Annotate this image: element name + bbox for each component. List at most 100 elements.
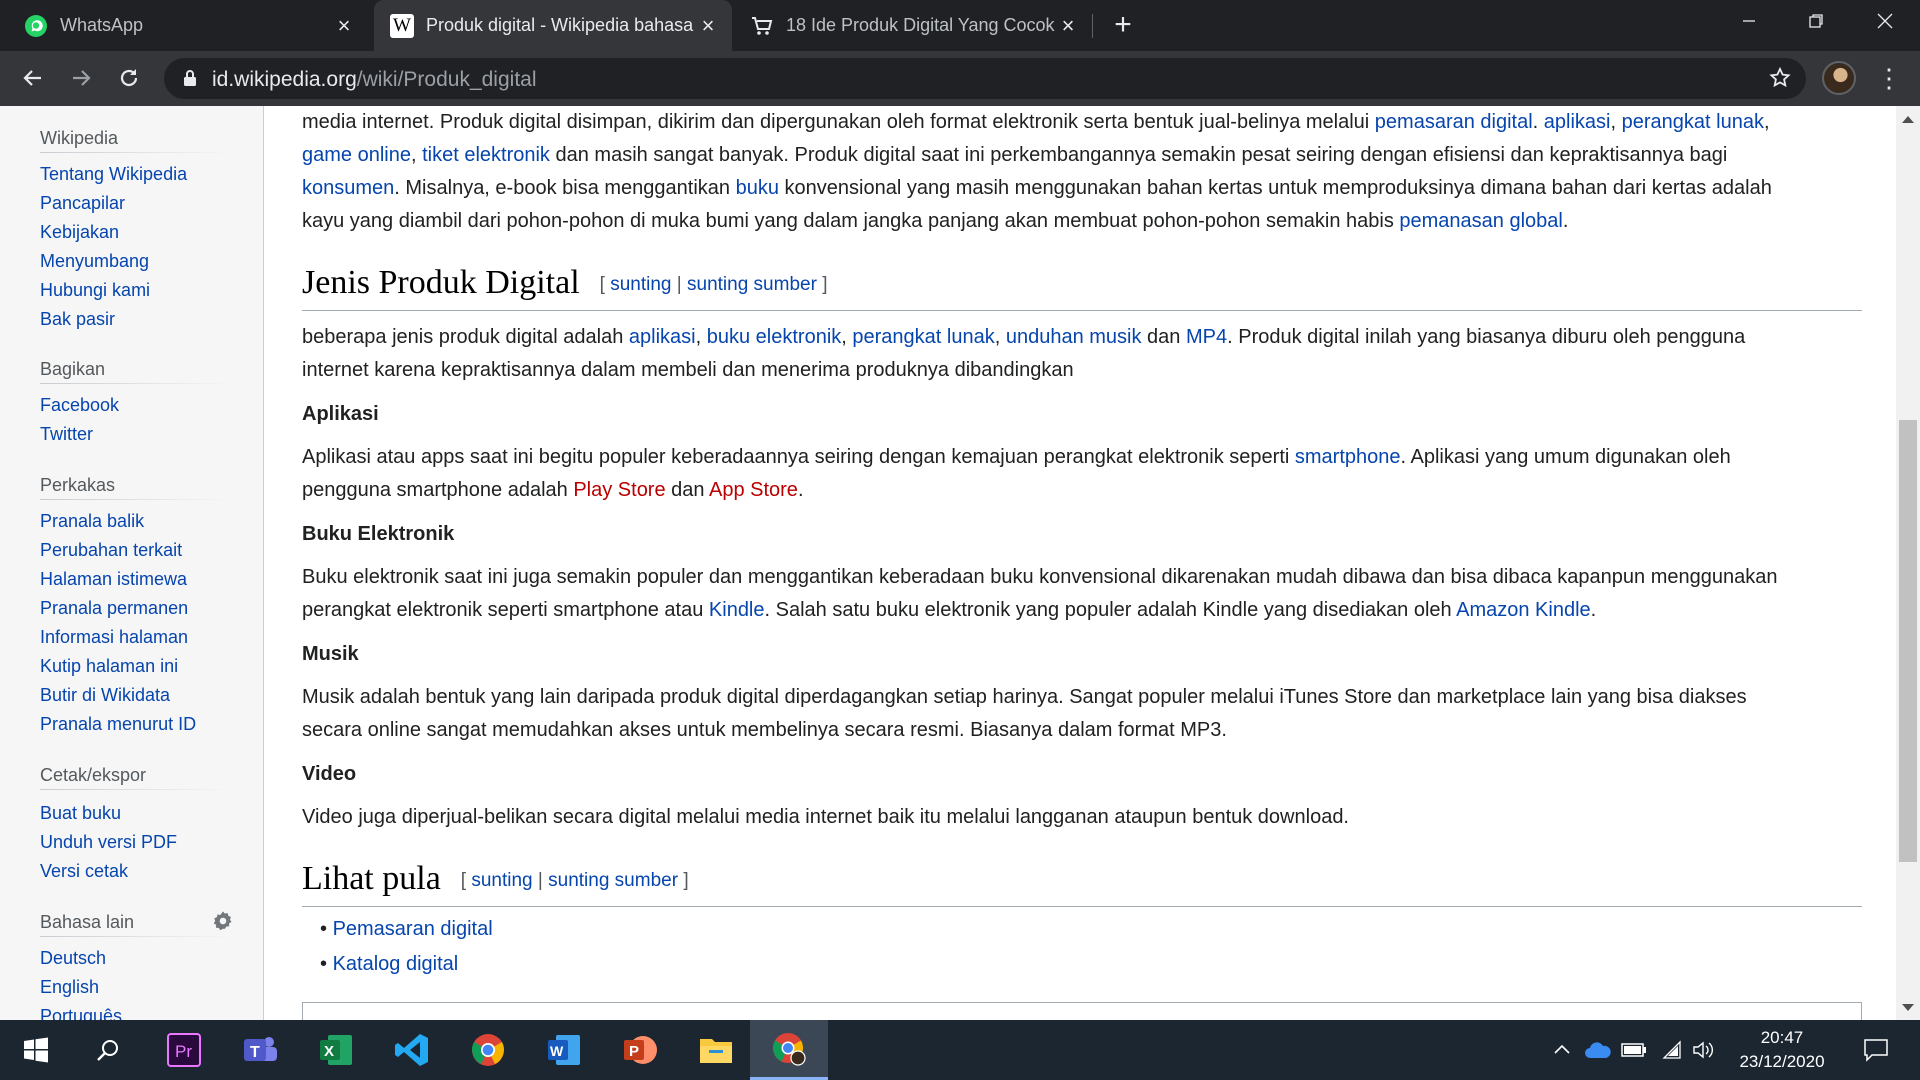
vscode-icon[interactable] <box>376 1020 448 1080</box>
wifi-icon[interactable] <box>1656 1036 1684 1064</box>
url-text[interactable]: id.wikipedia.org/wiki/Produk_digital <box>212 68 537 92</box>
start-icon[interactable] <box>0 1020 72 1080</box>
premiere-icon[interactable]: Pr <box>148 1020 220 1080</box>
edit-source-link[interactable]: sunting sumber <box>687 274 817 295</box>
tab-title: Produk digital - Wikipedia bahasa Indone… <box>426 15 696 35</box>
link-katalog-digital[interactable]: Katalog digital <box>333 953 459 975</box>
edit-link[interactable]: sunting <box>471 870 532 891</box>
sidebar-link-deutsch[interactable]: Deutsch <box>40 948 106 969</box>
close-window-button[interactable] <box>1870 6 1900 36</box>
sidebar-link-wikidata[interactable]: Butir di Wikidata <box>40 685 170 706</box>
sidebar-link-bak-pasir[interactable]: Bak pasir <box>40 309 115 330</box>
sidebar-link-unduh-pdf[interactable]: Unduh versi PDF <box>40 832 177 853</box>
section-edit-links: [ sunting | sunting sumber ] <box>460 870 689 892</box>
tab-wikipedia[interactable]: W Produk digital - Wikipedia bahasa Indo… <box>374 0 732 51</box>
browser-menu-icon[interactable]: ⋮ <box>1876 64 1902 94</box>
cart-icon <box>750 14 774 38</box>
sidebar-link-perubahan-terkait[interactable]: Perubahan terkait <box>40 540 182 561</box>
link-aplikasi[interactable]: aplikasi <box>1544 111 1611 133</box>
link-buku-elektronik[interactable]: buku elektronik <box>707 326 842 348</box>
sidebar-link-menyumbang[interactable]: Menyumbang <box>40 251 149 272</box>
chrome-profile-icon[interactable] <box>750 1020 828 1080</box>
sidebar-link-pranala-balik[interactable]: Pranala balik <box>40 511 144 532</box>
link-tiket-elektronik[interactable]: tiket elektronik <box>422 144 550 166</box>
powerpoint-icon[interactable]: P <box>604 1020 676 1080</box>
close-tab-icon[interactable]: × <box>332 13 356 38</box>
sidebar-link-informasi-halaman[interactable]: Informasi halaman <box>40 627 188 648</box>
teams-icon[interactable]: T <box>224 1020 296 1080</box>
link-game-online[interactable]: game online <box>302 144 411 166</box>
scrollbar[interactable] <box>1896 106 1920 1020</box>
reload-button[interactable] <box>114 63 144 93</box>
link-play-store[interactable]: Play Store <box>573 479 665 501</box>
clock-time: 20:47 <box>1760 1028 1804 1047</box>
link-aplikasi-2[interactable]: aplikasi <box>629 326 696 348</box>
sidebar-link-kebijakan[interactable]: Kebijakan <box>40 222 119 243</box>
profile-avatar[interactable] <box>1822 61 1856 95</box>
sidebar-link-kutip[interactable]: Kutip halaman ini <box>40 656 178 677</box>
svg-text:T: T <box>250 1044 260 1061</box>
word-icon[interactable]: W <box>528 1020 600 1080</box>
excel-icon[interactable]: X <box>300 1020 372 1080</box>
tab-bar: WhatsApp × W Produk digital - Wikipedia … <box>0 0 1920 51</box>
gear-icon[interactable] <box>212 910 234 937</box>
sidebar-link-hubungi[interactable]: Hubungi kami <box>40 280 150 301</box>
sidebar-link-tentang[interactable]: Tentang Wikipedia <box>40 164 187 185</box>
sidebar-link-facebook[interactable]: Facebook <box>40 395 119 416</box>
heading-lihat-pula: Lihat pula[ sunting | sunting sumber ] <box>302 860 689 897</box>
link-unduhan-musik[interactable]: unduhan musik <box>1006 326 1142 348</box>
sidebar: Wikipedia Tentang Wikipedia Pancapilar K… <box>0 106 264 1020</box>
lock-icon[interactable] <box>182 69 198 92</box>
sidebar-link-versi-cetak[interactable]: Versi cetak <box>40 861 128 882</box>
link-mp4[interactable]: MP4 <box>1186 326 1227 348</box>
link-pemasaran-digital-2[interactable]: Pemasaran digital <box>333 918 493 940</box>
scroll-up-icon[interactable] <box>1902 116 1914 123</box>
new-tab-button[interactable]: + <box>1108 10 1138 40</box>
link-smartphone[interactable]: smartphone <box>1295 446 1401 468</box>
link-konsumen[interactable]: konsumen <box>302 177 394 199</box>
link-pemasaran-digital[interactable]: pemasaran digital <box>1375 111 1533 133</box>
sidebar-link-english[interactable]: English <box>40 977 99 998</box>
chrome-icon[interactable] <box>452 1020 524 1080</box>
portal-heading-bagikan: Bagikan <box>40 359 106 379</box>
sidebar-link-halaman-istimewa[interactable]: Halaman istimewa <box>40 569 187 590</box>
edit-link[interactable]: sunting <box>610 274 671 295</box>
bookmark-star-icon[interactable] <box>1768 66 1792 95</box>
sidebar-link-buat-buku[interactable]: Buat buku <box>40 803 121 824</box>
restore-button[interactable] <box>1801 6 1831 36</box>
notification-icon[interactable] <box>1856 1036 1896 1064</box>
tab-whatsapp[interactable]: WhatsApp × <box>8 0 368 51</box>
system-clock[interactable]: 20:47 23/12/2020 <box>1722 1026 1842 1074</box>
search-icon[interactable] <box>72 1020 144 1080</box>
scroll-down-icon[interactable] <box>1902 1004 1914 1011</box>
link-perangkat-lunak[interactable]: perangkat lunak <box>1622 111 1764 133</box>
close-tab-icon[interactable]: × <box>696 13 720 38</box>
svg-text:Pr: Pr <box>175 1042 192 1061</box>
sidebar-link-pranala-id[interactable]: Pranala menurut ID <box>40 714 196 735</box>
link-kindle[interactable]: Kindle <box>709 599 765 621</box>
edit-source-link[interactable]: sunting sumber <box>548 870 678 891</box>
link-amazon-kindle[interactable]: Amazon Kindle <box>1456 599 1591 621</box>
back-button[interactable] <box>18 63 48 93</box>
list-item: • Katalog digital <box>320 953 459 975</box>
sidebar-link-pranala-permanen[interactable]: Pranala permanen <box>40 598 188 619</box>
battery-icon[interactable] <box>1620 1036 1648 1064</box>
section-edit-links: [ sunting | sunting sumber ] <box>599 274 828 296</box>
link-app-store[interactable]: App Store <box>709 479 798 501</box>
sidebar-link-portugues[interactable]: Português <box>40 1006 122 1020</box>
sidebar-link-twitter[interactable]: Twitter <box>40 424 93 445</box>
file-explorer-icon[interactable] <box>680 1020 752 1080</box>
link-pemanasan-global[interactable]: pemanasan global <box>1399 210 1562 232</box>
link-buku[interactable]: buku <box>736 177 779 199</box>
close-tab-icon[interactable]: × <box>1056 13 1080 38</box>
volume-icon[interactable] <box>1690 1036 1718 1064</box>
forward-button[interactable] <box>66 63 96 93</box>
address-bar[interactable]: id.wikipedia.org/wiki/Produk_digital <box>164 58 1806 99</box>
sidebar-link-pancapilar[interactable]: Pancapilar <box>40 193 125 214</box>
chevron-up-icon[interactable] <box>1548 1036 1576 1064</box>
tab-ide-produk[interactable]: 18 Ide Produk Digital Yang Cocok × <box>734 0 1092 51</box>
link-perangkat-lunak-2[interactable]: perangkat lunak <box>852 326 994 348</box>
onedrive-icon[interactable] <box>1584 1036 1612 1064</box>
minimize-button[interactable] <box>1734 6 1764 36</box>
scrollbar-thumb[interactable] <box>1899 420 1917 862</box>
